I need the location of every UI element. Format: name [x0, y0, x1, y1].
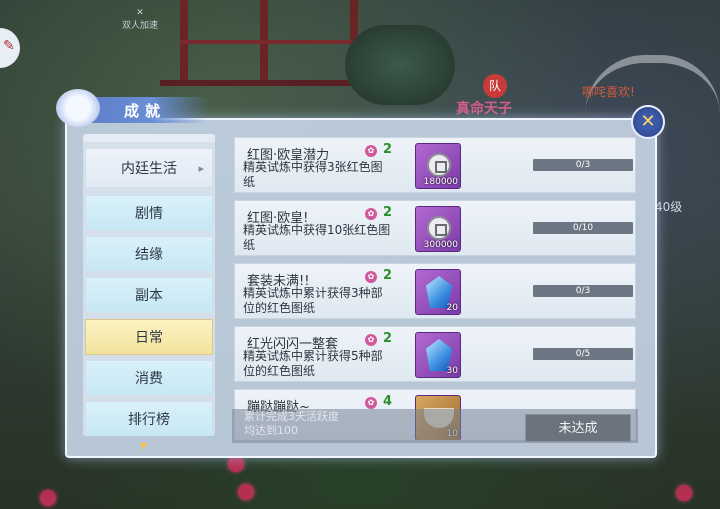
progress-bar: 0/3 — [533, 285, 633, 297]
achievement-desc: 精英试炼中获得3张红色图纸 — [243, 160, 383, 189]
achievement-row[interactable]: 红图·欧皇潜力 ✿ 2 精英试炼中获得3张红色图纸 180000 0/3 — [234, 137, 636, 193]
category-label: 结缘 — [135, 247, 163, 263]
background-flower — [238, 484, 254, 500]
other-player-name: 哪咤喜欢! — [582, 85, 635, 99]
category-item-dungeon[interactable]: 副本 — [85, 277, 213, 313]
achievement-points: 2 — [383, 205, 393, 220]
top-skill-icon[interactable]: ✕ 双人加速 — [120, 8, 160, 31]
category-item-daily[interactable]: 日常 — [85, 319, 213, 355]
category-label: 副本 — [135, 288, 163, 304]
team-emblem: 队 — [483, 74, 507, 98]
category-item-spending[interactable]: 消费 — [85, 360, 213, 396]
achievement-row[interactable]: 红图·欧皇! ✿ 2 精英试炼中获得10张红色图纸 300000 0/10 — [234, 200, 636, 256]
category-label: 剧情 — [135, 206, 163, 222]
background-flower — [228, 456, 244, 472]
reward-slot[interactable]: 300000 — [415, 206, 461, 252]
sidebar-header — [83, 134, 215, 142]
achievement-row[interactable]: 套装未满!! ✿ 2 精英试炼中累计获得3种部位的红色图纸 20 0/3 — [234, 263, 636, 319]
reward-qty: 20 — [446, 303, 458, 313]
achievement-desc: 精英试炼中累计获得5种部位的红色图纸 — [243, 349, 383, 378]
achievement-points: 2 — [383, 268, 393, 283]
reward-qty: 30 — [446, 366, 458, 376]
category-label: 消费 — [135, 371, 163, 387]
flower-points-icon: ✿ — [365, 208, 377, 220]
flower-points-icon: ✿ — [365, 271, 377, 283]
achievement-points: 2 — [383, 142, 393, 157]
category-item-ranking[interactable]: 排行榜 — [85, 401, 213, 436]
top-skill-label: 双人加速 — [121, 21, 158, 31]
progress-text: 0/3 — [575, 286, 591, 296]
category-label: 日常 — [135, 330, 163, 346]
chevron-right-icon: ▸ — [198, 162, 204, 175]
reward-slot[interactable]: 20 — [415, 269, 461, 315]
flower-points-icon: ✿ — [365, 145, 377, 157]
bird-emblem-icon — [56, 89, 100, 127]
progress-text: 0/3 — [575, 160, 591, 170]
background-pond — [345, 25, 455, 105]
flower-points-icon: ✿ — [365, 397, 377, 409]
reward-slot[interactable]: 30 — [415, 332, 461, 378]
category-item-bond[interactable]: 结缘 — [85, 236, 213, 272]
level-text: 40级 — [655, 200, 683, 214]
achievement-points: 2 — [383, 331, 393, 346]
achievement-desc: 精英试炼中累计获得3种部位的红色图纸 — [243, 286, 383, 315]
player-title: 真命天子 — [456, 101, 512, 117]
progress-text: 0/10 — [572, 223, 594, 233]
background-flower — [676, 485, 692, 501]
achievement-desc: 精英试炼中获得10张红色图纸 — [243, 223, 391, 252]
scroll-down-icon[interactable]: ▾ — [140, 438, 147, 454]
reward-slot[interactable]: 180000 — [415, 143, 461, 189]
window-title: 成就 — [124, 102, 167, 120]
flower-points-icon: ✿ — [365, 334, 377, 346]
progress-bar: 0/5 — [533, 348, 633, 360]
reward-qty: 180000 — [423, 177, 458, 187]
status-button[interactable]: 未达成 — [525, 414, 631, 442]
category-label: 排行榜 — [128, 412, 170, 428]
window-title-tab: 成就 — [56, 89, 209, 127]
category-parent[interactable]: 内廷生活 ▸ — [85, 148, 213, 188]
category-item-story[interactable]: 剧情 — [85, 195, 213, 231]
background-flower — [40, 490, 56, 506]
category-parent-label: 内廷生活 — [121, 161, 177, 177]
progress-text: 0/5 — [575, 349, 591, 359]
progress-bar: 0/10 — [533, 222, 633, 234]
brush-icon: ✎ — [3, 38, 15, 54]
close-icon: ✕ — [640, 111, 656, 132]
achievement-row[interactable]: 红光闪闪一整套 ✿ 2 精英试炼中累计获得5种部位的红色图纸 30 0/5 — [234, 326, 636, 382]
achievement-list[interactable]: 红图·欧皇潜力 ✿ 2 精英试炼中获得3张红色图纸 180000 0/3 红图·… — [232, 134, 640, 440]
coin-icon — [427, 216, 451, 240]
tooltip-text: 累计完成3天活跃度均达到100 — [244, 410, 339, 437]
category-sidebar: 内廷生活 ▸ 剧情 结缘 副本 日常 消费 排行榜 — [83, 134, 215, 436]
cross-icon: ✕ — [136, 8, 144, 18]
achievement-points: 4 — [383, 394, 393, 409]
progress-bar: 0/3 — [533, 159, 633, 171]
coin-icon — [427, 153, 451, 177]
left-edge-badge[interactable]: ✎ — [0, 28, 20, 68]
reward-qty: 300000 — [423, 240, 458, 250]
